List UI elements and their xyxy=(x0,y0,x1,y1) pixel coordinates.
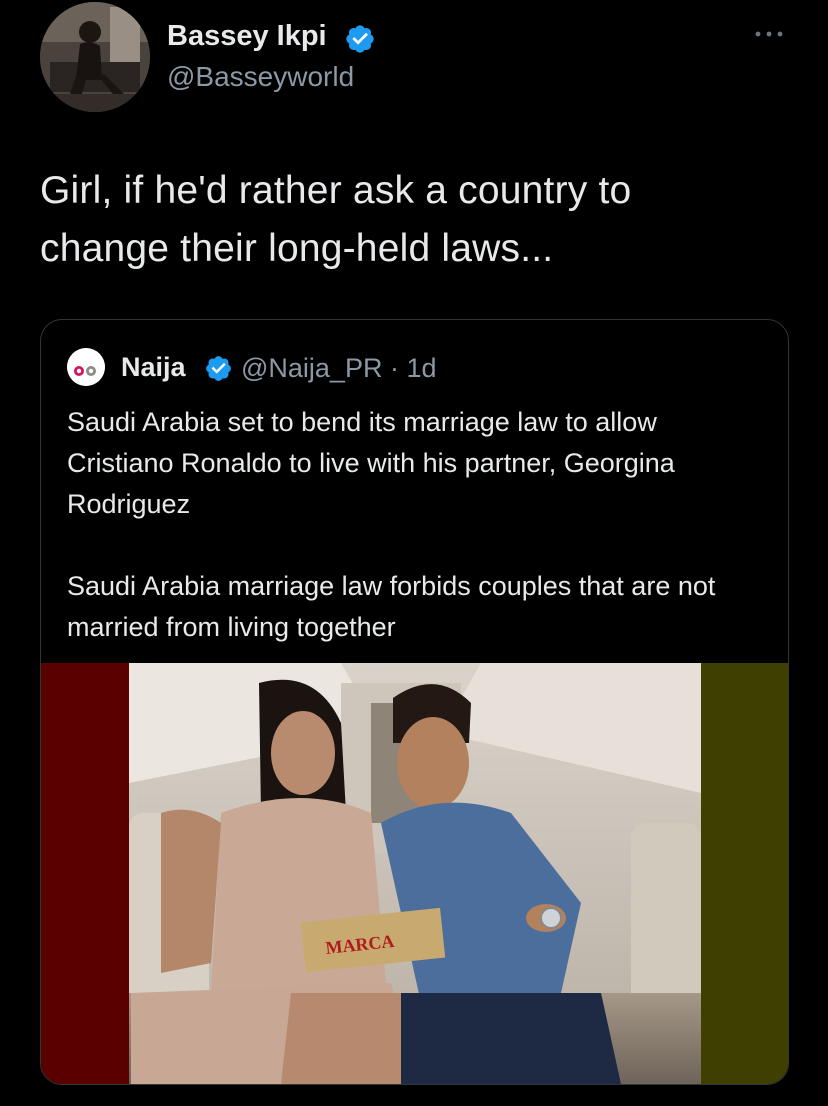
author-name[interactable]: Bassey Ikpi xyxy=(167,20,327,53)
verified-badge-icon xyxy=(346,25,374,53)
quoted-author-name[interactable]: Naija xyxy=(121,352,186,383)
media-right-panel xyxy=(701,663,788,1084)
verified-badge-icon xyxy=(206,356,231,381)
quoted-paragraph: Saudi Arabia marriage law forbids couple… xyxy=(67,571,716,642)
tweet-text-line: change their long-held laws... xyxy=(40,227,554,270)
media-left-panel xyxy=(41,663,129,1084)
tweet-card: Bassey Ikpi @Basseyworld Girl, if he'd r… xyxy=(0,0,828,1106)
author-handle[interactable]: @Basseyworld xyxy=(167,61,354,93)
quoted-media-image[interactable]: MARCA xyxy=(41,663,788,1084)
tweet-text-line: Girl, if he'd rather ask a country to xyxy=(40,169,632,212)
more-options-icon[interactable] xyxy=(752,22,786,42)
quoted-handle-time: @Naija_PR · 1d xyxy=(241,353,437,383)
quoted-tweet[interactable]: Naija @Naija_PR · 1d Saudi Arabia set to… xyxy=(40,319,789,1085)
author-avatar[interactable] xyxy=(40,2,150,112)
quoted-avatar xyxy=(67,348,105,386)
tweet-text: Girl, if he'd rather ask a country to ch… xyxy=(40,162,800,278)
quoted-paragraph: Saudi Arabia set to bend its marriage la… xyxy=(67,407,675,519)
quoted-text: Saudi Arabia set to bend its marriage la… xyxy=(67,402,767,648)
